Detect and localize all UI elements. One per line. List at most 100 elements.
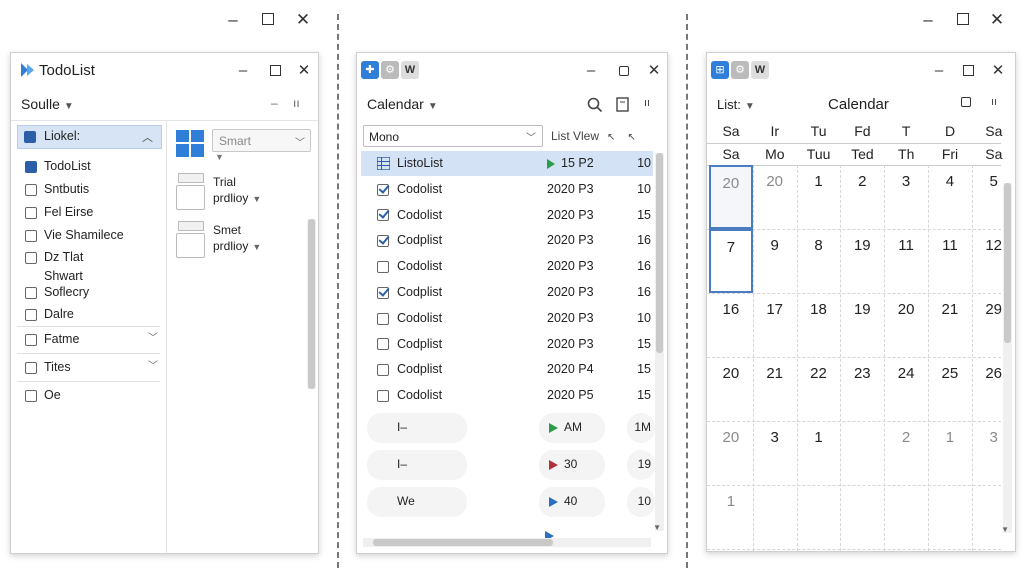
- top-close-icon[interactable]: ✕: [292, 9, 314, 31]
- list-row[interactable]: Codolist 2020 P3 10: [361, 177, 653, 202]
- sidebar-item[interactable]: Fel Eirse: [25, 202, 93, 222]
- calendar-day[interactable]: 2: [840, 165, 884, 229]
- sidebar-section[interactable]: Fatme ﹀: [25, 329, 158, 349]
- checkbox-icon[interactable]: [377, 364, 389, 377]
- checkbox-icon[interactable]: [25, 229, 37, 242]
- calendar-day[interactable]: 24: [884, 357, 928, 421]
- checkbox-icon[interactable]: [377, 235, 389, 248]
- checkbox-icon[interactable]: [377, 286, 389, 299]
- app-plus-icon[interactable]: ✚: [361, 61, 379, 79]
- more-icon[interactable]: ıı: [991, 96, 997, 108]
- scroll-down-icon[interactable]: ▼: [1001, 525, 1009, 534]
- scrollbar[interactable]: [307, 219, 316, 389]
- sidebar-item-todolist[interactable]: TodoList: [25, 156, 91, 176]
- top-close-icon-2[interactable]: ✕: [986, 9, 1008, 31]
- card-frame[interactable]: [176, 233, 205, 258]
- more-icon[interactable]: ıı: [644, 97, 650, 109]
- calendar-day[interactable]: 16: [709, 293, 753, 357]
- close-icon[interactable]: ✕: [644, 61, 664, 81]
- calendar-day[interactable]: 3: [884, 165, 928, 229]
- list-row[interactable]: Codplist 2020 P3 15: [361, 332, 653, 357]
- grid-icon[interactable]: [176, 130, 204, 157]
- search-icon[interactable]: [587, 97, 603, 113]
- app-w-icon[interactable]: W: [401, 61, 419, 79]
- sidebar-item[interactable]: Dz Tlat: [25, 247, 83, 267]
- list-row[interactable]: Codolist 2020 P3 16: [361, 254, 653, 279]
- scroll-down-icon[interactable]: ▼: [653, 523, 661, 532]
- calendar-day[interactable]: 19: [840, 229, 884, 293]
- calendar-day[interactable]: 20: [709, 165, 753, 229]
- sidebar-item[interactable]: Sntbutis: [25, 179, 89, 199]
- view-dropdown[interactable]: Soulle ▼: [21, 96, 74, 112]
- calendar-day[interactable]: 2: [884, 421, 928, 485]
- list-row[interactable]: ListoList 15 P2 10: [361, 151, 653, 176]
- vertical-scrollbar[interactable]: [655, 153, 664, 531]
- calendar-day[interactable]: 1: [797, 165, 841, 229]
- top-maximize-icon-2[interactable]: [952, 9, 974, 31]
- calendar-day[interactable]: 8: [797, 229, 841, 293]
- list-view-toggle[interactable]: List Vlew ↖ ↖: [551, 129, 636, 143]
- popout-icon[interactable]: [961, 95, 971, 110]
- calendar-day[interactable]: 18: [797, 293, 841, 357]
- top-minimize-icon[interactable]: –: [222, 9, 244, 31]
- calendar-day[interactable]: 1: [797, 421, 841, 485]
- top-minimize-icon-2[interactable]: –: [917, 9, 939, 31]
- list-dropdown[interactable]: List: ▼: [717, 97, 755, 112]
- sidebar-item[interactable]: Vie Shamilece: [25, 225, 124, 245]
- extra-row[interactable]: I– 30 19: [357, 450, 655, 480]
- checkbox-icon[interactable]: [377, 209, 389, 222]
- maximize-icon[interactable]: [266, 61, 286, 81]
- scrollbar-thumb[interactable]: [656, 153, 663, 353]
- checkbox-icon[interactable]: [25, 183, 37, 196]
- list-row[interactable]: Codolist 2020 P5 15: [361, 383, 653, 408]
- calendar-day[interactable]: [840, 485, 884, 549]
- calendar-day[interactable]: 17: [753, 293, 797, 357]
- sidebar-section[interactable]: Tites ﹀: [25, 357, 158, 377]
- checkbox-icon[interactable]: [25, 308, 37, 321]
- smart-select[interactable]: Smart ﹀: [212, 129, 311, 152]
- calendar-day[interactable]: 20: [884, 293, 928, 357]
- calendar-day[interactable]: [884, 485, 928, 549]
- calendar-day[interactable]: 21: [928, 293, 972, 357]
- filter-input[interactable]: Mono ﹀: [363, 125, 543, 147]
- checkbox-icon[interactable]: [377, 183, 389, 196]
- calendar-day[interactable]: 23: [840, 357, 884, 421]
- minus-icon[interactable]: –: [271, 96, 278, 110]
- scrollbar-thumb[interactable]: [308, 219, 315, 389]
- calendar-day[interactable]: 19: [840, 293, 884, 357]
- calendar-day[interactable]: [797, 485, 841, 549]
- columns-icon[interactable]: ıı: [293, 96, 300, 110]
- card-frame[interactable]: [176, 185, 205, 210]
- calendar-day[interactable]: 11: [928, 229, 972, 293]
- calendar-day[interactable]: 20: [753, 165, 797, 229]
- scrollbar-thumb[interactable]: [1004, 183, 1011, 343]
- calendar-day[interactable]: 4: [928, 165, 972, 229]
- checkbox-icon[interactable]: [25, 333, 37, 346]
- calendar-day[interactable]: 22: [797, 357, 841, 421]
- list-row[interactable]: Codolist 2020 P3 10: [361, 306, 653, 331]
- extra-row[interactable]: I– AM 1M: [357, 413, 655, 443]
- minimize-icon[interactable]: –: [929, 61, 949, 81]
- restore-icon[interactable]: [615, 61, 635, 81]
- checkbox-icon[interactable]: [25, 251, 37, 264]
- checkbox-icon[interactable]: [25, 206, 37, 219]
- calendar-day[interactable]: 1: [928, 421, 972, 485]
- calendar-day[interactable]: [840, 421, 884, 485]
- checkbox-icon[interactable]: [25, 286, 37, 299]
- close-icon[interactable]: ✕: [988, 61, 1008, 81]
- calendar-scrollbar[interactable]: [1003, 183, 1012, 533]
- checkbox-icon[interactable]: [377, 389, 389, 402]
- note-icon[interactable]: [616, 97, 630, 112]
- app-w-icon[interactable]: W: [751, 61, 769, 79]
- app-gear-icon[interactable]: ⚙: [381, 61, 399, 79]
- card-option[interactable]: prdlioy ▼: [213, 239, 261, 253]
- sidebar-section[interactable]: Oe: [25, 385, 61, 405]
- calendar-day[interactable]: 20: [709, 357, 753, 421]
- checkbox-icon[interactable]: [377, 338, 389, 351]
- card-option[interactable]: prdlioy ▼: [213, 191, 261, 205]
- h-scrollbar-thumb[interactable]: [373, 539, 553, 546]
- checkbox-icon[interactable]: [377, 260, 389, 273]
- calendar-day[interactable]: 21: [753, 357, 797, 421]
- checkbox-icon[interactable]: [25, 361, 37, 374]
- checkbox-icon[interactable]: [24, 131, 36, 143]
